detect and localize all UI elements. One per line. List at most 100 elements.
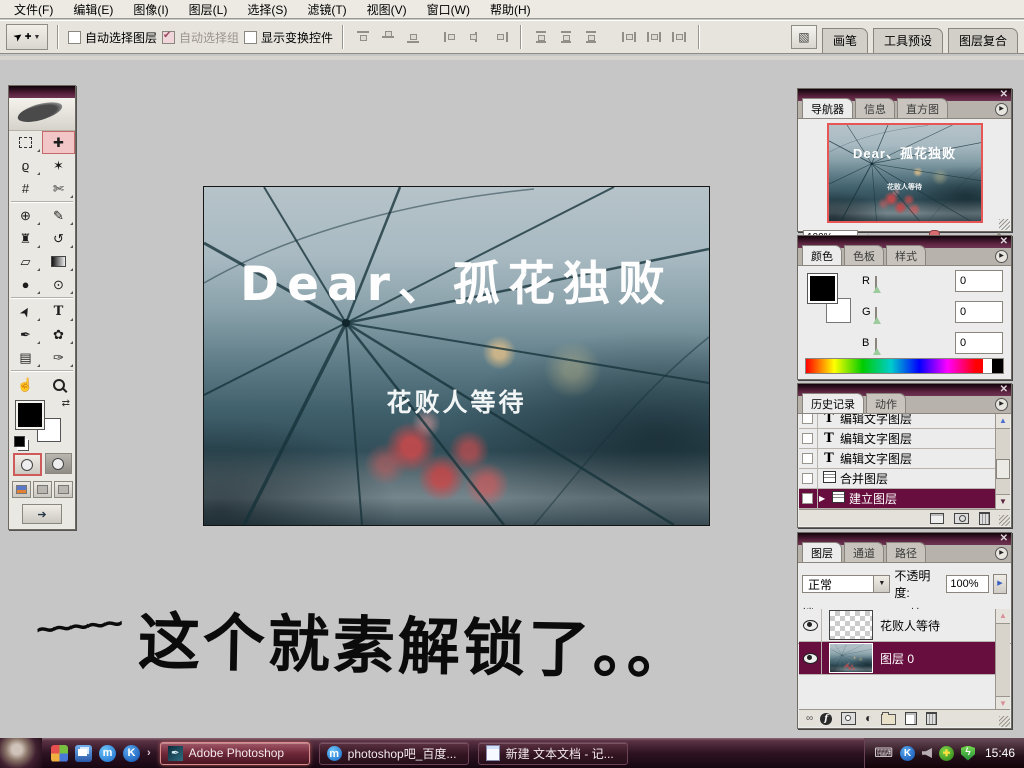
auto-select-layer-checkbox[interactable] — [68, 31, 81, 44]
scrollbar-thumb[interactable] — [996, 459, 1010, 479]
distribute-left-icon[interactable] — [622, 31, 636, 43]
dodge-tool[interactable]: ⊙ — [42, 273, 75, 296]
resize-grip[interactable] — [999, 219, 1010, 230]
tab-channels[interactable]: 通道 — [844, 542, 884, 562]
rectangular-marquee-tool[interactable] — [9, 131, 42, 154]
green-value-input[interactable]: 0 — [955, 301, 1003, 323]
history-source-checkbox[interactable] — [799, 489, 818, 508]
history-source-checkbox[interactable] — [799, 429, 818, 448]
hand-tool[interactable]: ☝ — [9, 373, 42, 396]
healing-brush-tool[interactable]: ⊕ — [9, 204, 42, 227]
blend-mode-select[interactable]: 正常 ▼ — [802, 575, 890, 593]
menu-edit[interactable]: 编辑(E) — [63, 0, 123, 20]
task-browser[interactable]: m photoshop吧_百度... — [319, 742, 469, 765]
panel-menu-icon[interactable]: ▶ — [995, 398, 1008, 411]
distribute-right-icon[interactable] — [672, 31, 686, 43]
close-icon[interactable]: ✕ — [1000, 89, 1008, 101]
history-step[interactable]: 合并图层 — [799, 469, 995, 489]
scroll-up-icon[interactable]: ▲ — [996, 414, 1010, 429]
layer-row[interactable]: 花败人等待 — [799, 609, 995, 642]
custom-shape-tool[interactable]: ✿ — [42, 323, 75, 346]
tab-info[interactable]: 信息 — [855, 98, 895, 118]
align-horizontal-center-icon[interactable] — [469, 31, 483, 43]
move-tool[interactable]: ✚ — [42, 131, 75, 154]
opacity-input[interactable]: 100% — [946, 575, 988, 593]
tab-color[interactable]: 颜色 — [802, 245, 842, 265]
maxthon-launcher-icon[interactable]: m — [99, 745, 116, 762]
blur-tool[interactable]: ● — [9, 273, 42, 296]
foreground-color-swatch[interactable] — [16, 401, 44, 429]
tab-history[interactable]: 历史记录 — [802, 393, 864, 413]
new-snapshot-icon[interactable] — [954, 513, 969, 524]
history-source-checkbox[interactable] — [799, 414, 818, 428]
close-icon[interactable]: ✕ — [1000, 236, 1008, 248]
resize-grip[interactable] — [999, 515, 1010, 526]
tab-styles[interactable]: 样式 — [886, 245, 926, 265]
palette-tab-tool-presets[interactable]: 工具预设 — [873, 28, 943, 53]
distribute-bottom-icon[interactable] — [584, 31, 598, 43]
new-document-from-state-icon[interactable] — [930, 513, 944, 524]
link-layers-icon[interactable]: ∞ — [806, 713, 811, 724]
kugou-tray-icon[interactable]: K — [900, 746, 915, 761]
palette-tab-brushes[interactable]: 画笔 — [822, 28, 868, 53]
zoom-tool[interactable] — [42, 373, 75, 396]
red-value-input[interactable]: 0 — [955, 270, 1003, 292]
new-group-icon[interactable] — [881, 714, 896, 725]
current-tool-button[interactable]: ➤ ✚ ▼ — [6, 24, 48, 50]
show-transform-option[interactable]: 显示变换控件 — [244, 29, 333, 46]
scroll-up-icon[interactable]: ▲ — [996, 609, 1010, 624]
panel-menu-icon[interactable]: ▶ — [995, 250, 1008, 263]
new-layer-icon[interactable] — [905, 712, 917, 725]
volume-icon[interactable] — [922, 748, 932, 758]
adjustment-layer-icon[interactable]: ◐ — [865, 713, 872, 724]
layer-row-selected[interactable]: 图层 0 — [799, 642, 995, 675]
tab-swatches[interactable]: 色板 — [844, 245, 884, 265]
color-spectrum-ramp[interactable] — [805, 358, 1004, 374]
history-step[interactable]: T 编辑文字图层 — [799, 414, 995, 429]
tab-actions[interactable]: 动作 — [866, 393, 906, 413]
standard-mode-button[interactable] — [13, 453, 42, 476]
distribute-horizontal-center-icon[interactable] — [647, 31, 661, 43]
tab-layers[interactable]: 图层 — [802, 542, 842, 562]
pen-tool[interactable]: ✒ — [9, 323, 42, 346]
history-step-current[interactable]: ▶ 建立图层 — [799, 489, 995, 509]
crop-tool[interactable]: # — [9, 177, 42, 200]
quicklaunch-expand-icon[interactable]: › — [147, 747, 151, 759]
layer-thumbnail[interactable] — [829, 643, 873, 673]
navigator-proxy-view[interactable]: Dear、孤花独败 花败人等待 — [827, 123, 983, 223]
menu-image[interactable]: 图像(I) — [123, 0, 178, 20]
lasso-tool[interactable]: ϱ — [9, 154, 42, 177]
fullscreen-mode-button[interactable] — [54, 481, 73, 498]
tab-navigator[interactable]: 导航器 — [802, 98, 853, 118]
gradient-tool[interactable] — [42, 250, 75, 273]
scroll-down-icon[interactable]: ▼ — [996, 494, 1010, 509]
show-transform-checkbox[interactable] — [244, 31, 257, 44]
history-source-checkbox[interactable] — [799, 449, 818, 468]
file-browser-button[interactable]: ▧ — [791, 25, 817, 49]
antivirus-tray-icon[interactable]: ✚ — [939, 746, 954, 761]
swap-colors-icon[interactable]: ⇄ — [62, 398, 70, 409]
start-button[interactable] — [0, 738, 42, 768]
align-bottom-icon[interactable] — [406, 31, 420, 43]
close-icon[interactable]: ✕ — [1000, 533, 1008, 545]
history-step[interactable]: T 编辑文字图层 — [799, 429, 995, 449]
delete-layer-icon[interactable] — [926, 712, 937, 725]
resize-grip[interactable] — [999, 716, 1010, 727]
menu-view[interactable]: 视图(V) — [357, 0, 417, 20]
auto-select-group-checkbox[interactable] — [162, 31, 175, 44]
delete-state-icon[interactable] — [979, 512, 990, 525]
auto-select-layer-option[interactable]: 自动选择图层 — [68, 29, 157, 46]
close-icon[interactable]: ✕ — [1000, 384, 1008, 396]
eyedropper-tool[interactable]: ✑ — [42, 346, 75, 369]
distribute-vertical-center-icon[interactable] — [559, 31, 573, 43]
panel-menu-icon[interactable]: ▶ — [995, 103, 1008, 116]
eraser-tool[interactable]: ▱ — [9, 250, 42, 273]
menu-layer[interactable]: 图层(L) — [179, 0, 238, 20]
task-notepad[interactable]: 新建 文本文档 - 记... — [478, 742, 628, 765]
green-slider-handle[interactable] — [873, 317, 881, 324]
browser-launcher-icon[interactable] — [75, 745, 92, 762]
default-colors-icon[interactable] — [14, 436, 25, 447]
quick-mask-mode-button[interactable] — [45, 453, 72, 474]
history-step[interactable]: T 编辑文字图层 — [799, 449, 995, 469]
layers-scrollbar[interactable]: ▲ ▼ — [995, 609, 1010, 711]
